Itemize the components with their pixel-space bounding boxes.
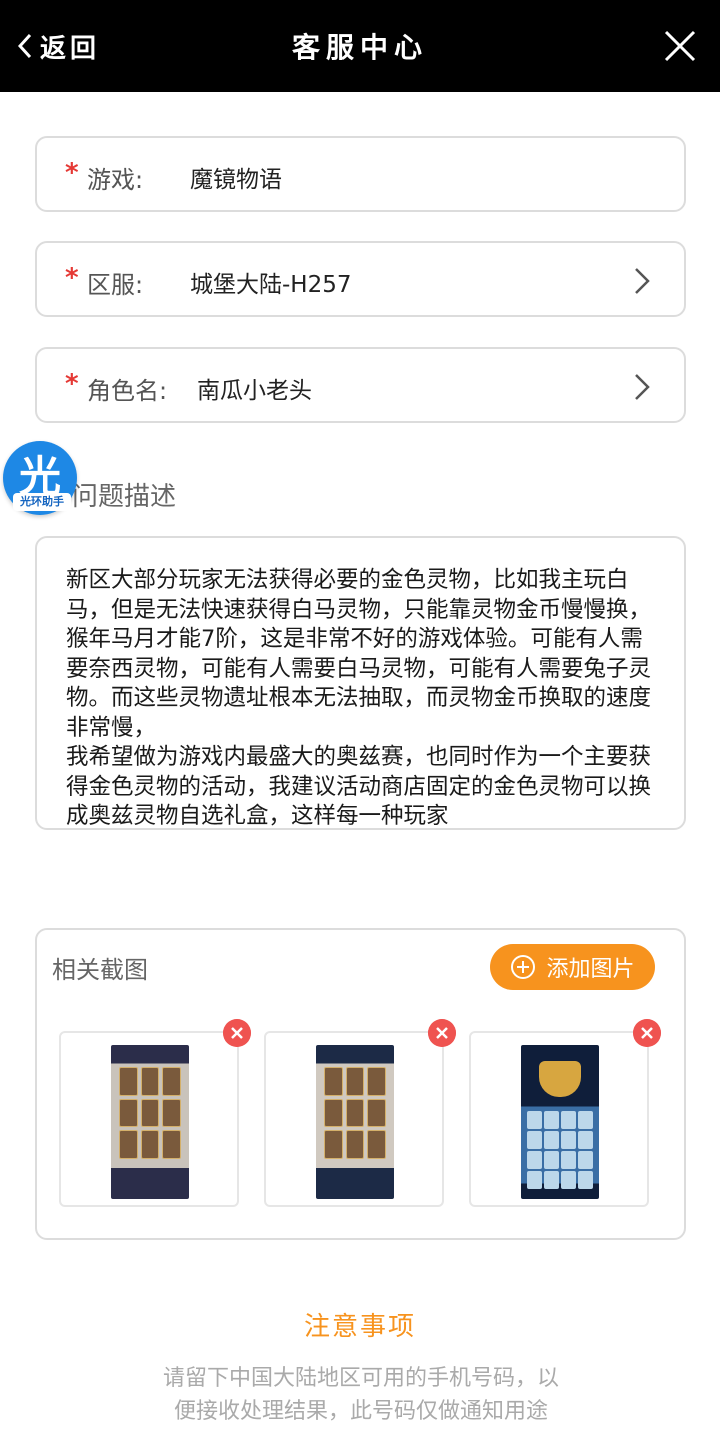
- screenshot-thumbnail[interactable]: [59, 1019, 251, 1207]
- chevron-right-icon: [635, 268, 650, 294]
- role-field[interactable]: * 角色名: 南瓜小老头: [35, 347, 686, 423]
- description-text: 新区大部分玩家无法获得必要的金色灵物，比如我主玩白马，但是无法快速获得白马灵物，…: [66, 567, 652, 829]
- screenshots-panel: 相关截图 添加图片: [35, 928, 686, 1240]
- description-textarea[interactable]: 新区大部分玩家无法获得必要的金色灵物，比如我主玩白马，但是无法快速获得白马灵物，…: [35, 536, 686, 830]
- add-image-label: 添加图片: [546, 957, 635, 982]
- required-mark: *: [65, 158, 79, 188]
- plus-circle-icon: [511, 955, 536, 979]
- delete-icon[interactable]: [223, 1019, 251, 1047]
- page-title: 客服中心: [291, 31, 428, 64]
- server-value: 城堡大陆-H257: [190, 272, 352, 298]
- server-field[interactable]: * 区服: 城堡大陆-H257: [35, 241, 686, 317]
- role-label: 角色名:: [87, 377, 168, 405]
- add-image-button[interactable]: 添加图片: [490, 944, 655, 990]
- game-label: 游戏:: [87, 166, 144, 194]
- screenshots-label: 相关截图: [52, 956, 148, 984]
- screenshot-thumbnail[interactable]: [264, 1019, 456, 1207]
- delete-icon[interactable]: [428, 1019, 456, 1047]
- top-bar: 返回 客服中心: [0, 0, 720, 92]
- notice-text: 请留下中国大陆地区可用的手机号码，以便接收处理结果，此号码仅做通知用途: [162, 1366, 559, 1424]
- screenshot-thumbnail[interactable]: [469, 1019, 661, 1207]
- role-value: 南瓜小老头: [197, 378, 312, 404]
- game-value: 魔镜物语: [190, 167, 282, 193]
- badge-caption: 光环助手: [13, 493, 71, 511]
- notice-title: 注意事项: [303, 1312, 416, 1342]
- delete-icon[interactable]: [633, 1019, 661, 1047]
- required-mark: *: [65, 369, 79, 399]
- server-label: 区服:: [87, 271, 144, 299]
- floating-helper-badge[interactable]: 光 光环助手: [3, 441, 77, 515]
- game-field: * 游戏: 魔镜物语: [35, 136, 686, 212]
- screenshot-image: [521, 1045, 599, 1199]
- screenshot-image: [111, 1045, 189, 1199]
- chevron-right-icon: [635, 374, 650, 400]
- close-icon[interactable]: [662, 28, 698, 64]
- screenshot-image: [316, 1045, 394, 1199]
- description-title: 问题描述: [72, 482, 177, 512]
- required-mark: *: [65, 263, 79, 293]
